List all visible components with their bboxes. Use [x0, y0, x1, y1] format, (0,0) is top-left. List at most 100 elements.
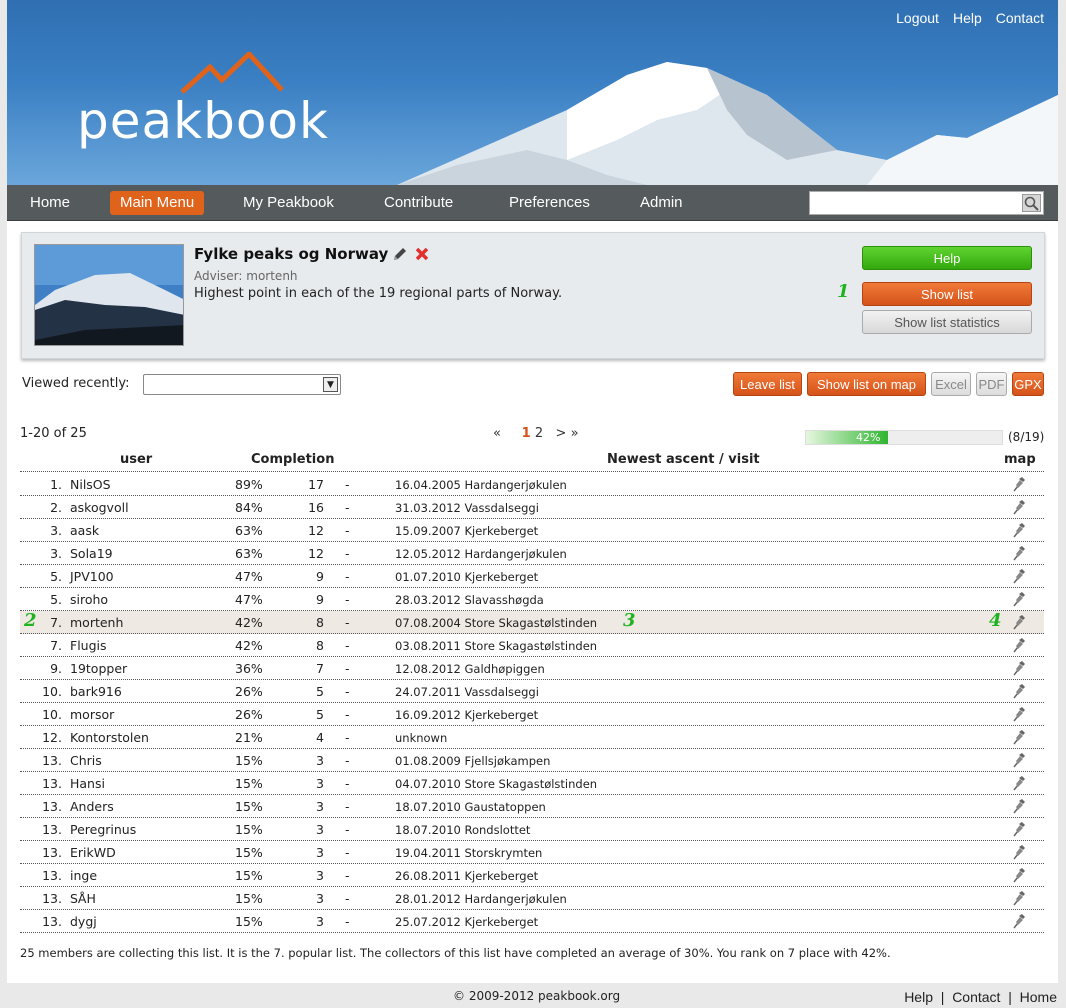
map-pin-icon[interactable]	[1010, 499, 1026, 518]
newest-ascent[interactable]: 03.08.2011 Store Skagastølstinden	[395, 639, 597, 653]
excel-button[interactable]: Excel	[931, 372, 971, 396]
nav-home[interactable]: Home	[20, 191, 80, 215]
map-pin-icon[interactable]	[1010, 706, 1026, 725]
map-pin-icon[interactable]	[1010, 660, 1026, 679]
viewed-recently-select[interactable]: ▼	[143, 374, 341, 395]
map-pin-icon[interactable]	[1010, 591, 1026, 610]
user-link[interactable]: inge	[70, 868, 97, 883]
help-button[interactable]: Help	[862, 246, 1032, 270]
map-pin-icon[interactable]	[1010, 637, 1026, 656]
newest-ascent[interactable]: 24.07.2011 Vassdalseggi	[395, 685, 539, 699]
map-pin-icon[interactable]	[1010, 683, 1026, 702]
list-thumbnail[interactable]	[34, 244, 184, 346]
map-pin-icon[interactable]	[1010, 568, 1026, 587]
newest-ascent[interactable]: 25.07.2012 Kjerkeberget	[395, 915, 538, 929]
map-pin-icon[interactable]	[1010, 844, 1026, 863]
nav-my-peakbook[interactable]: My Peakbook	[233, 191, 344, 215]
table-row[interactable]: 1. NilsOS 89% 17 - 16.04.2005 Hardangerjøkule…	[20, 473, 1044, 496]
user-link[interactable]: ErikWD	[70, 845, 116, 860]
newest-ascent[interactable]: 01.08.2009 Fjellsjøkampen	[395, 754, 550, 768]
leave-list-button[interactable]: Leave list	[733, 372, 802, 396]
table-row[interactable]: 13. ErikWD 15% 3 - 19.04.2011 Storskrymten	[20, 841, 1044, 864]
user-link[interactable]: dygj	[70, 914, 97, 929]
last-page-link[interactable]: »	[571, 426, 579, 441]
nav-main-menu[interactable]: Main Menu	[110, 191, 205, 215]
page-2-link[interactable]: 2	[535, 426, 543, 441]
show-list-statistics-button[interactable]: Show list statistics	[862, 310, 1032, 334]
first-page-link[interactable]: «	[493, 426, 501, 441]
nav-contribute[interactable]: Contribute	[374, 191, 463, 215]
user-link[interactable]: Flugis	[70, 638, 107, 653]
newest-ascent[interactable]: 18.07.2010 Gaustatoppen	[395, 800, 546, 814]
gpx-button[interactable]: GPX	[1012, 372, 1044, 396]
delete-icon[interactable]	[414, 246, 430, 266]
map-pin-icon[interactable]	[1010, 729, 1026, 748]
map-pin-icon[interactable]	[1010, 913, 1026, 932]
table-row[interactable]: 12. Kontorstolen 21% 4 - unknown	[20, 726, 1044, 749]
footer-help-link[interactable]: Help	[904, 989, 933, 1005]
map-pin-icon[interactable]	[1010, 890, 1026, 909]
table-row[interactable]: 7. mortenh 42% 8-07.08.2004 Store Skagastøl…	[20, 611, 1044, 634]
show-list-button[interactable]: Show list	[862, 282, 1032, 306]
table-row[interactable]: 13. SÅH 15% 3 - 28.01.2012 Hardangerjøkulen	[20, 887, 1044, 910]
next-page-link[interactable]: >	[556, 426, 567, 441]
map-pin-icon[interactable]	[1010, 821, 1026, 840]
user-link[interactable]: Sola19	[70, 546, 113, 561]
newest-ascent[interactable]: 12.05.2012 Hardangerjøkulen	[395, 547, 567, 561]
user-link[interactable]: bark916	[70, 684, 122, 699]
newest-ascent[interactable]: 19.04.2011 Storskrymten	[395, 846, 542, 860]
table-row[interactable]: 3. aask 63% 12 - 15.09.2007 Kjerkeberget	[20, 519, 1044, 542]
footer-contact-link[interactable]: Contact	[952, 989, 1000, 1005]
newest-ascent[interactable]: 15.09.2007 Kjerkeberget	[395, 524, 538, 538]
map-pin-icon[interactable]	[1010, 867, 1026, 886]
newest-ascent[interactable]: 07.08.2004 Store Skagastølstinden	[395, 616, 597, 630]
table-row[interactable]: 13. Anders 15% 3 - 18.07.2010 Gaustatoppen	[20, 795, 1044, 818]
column-newest-ascent[interactable]: Newest ascent / visit	[607, 452, 760, 467]
contact-link[interactable]: Contact	[996, 10, 1044, 26]
footer-home-link[interactable]: Home	[1020, 989, 1057, 1005]
newest-ascent[interactable]: 16.09.2012 Kjerkeberget	[395, 708, 538, 722]
show-list-on-map-button[interactable]: Show list on map	[807, 372, 926, 396]
map-pin-icon[interactable]	[1010, 752, 1026, 771]
table-row[interactable]: 9. 19topper 36% 7 - 12.08.2012 Galdhøpiggen	[20, 657, 1044, 680]
newest-ascent[interactable]: 28.01.2012 Hardangerjøkulen	[395, 892, 567, 906]
user-link[interactable]: askogvoll	[70, 500, 129, 515]
pdf-button[interactable]: PDF	[976, 372, 1007, 396]
table-row[interactable]: 13. Hansi 15% 3 - 04.07.2010 Store Skagastøls…	[20, 772, 1044, 795]
newest-ascent[interactable]: 16.04.2005 Hardangerjøkulen	[395, 478, 567, 492]
map-pin-icon[interactable]	[1010, 522, 1026, 541]
user-link[interactable]: siroho	[70, 592, 108, 607]
newest-ascent[interactable]: unknown	[395, 731, 447, 745]
table-row[interactable]: 10. bark916 26% 5 - 24.07.2011 Vassdalseggi	[20, 680, 1044, 703]
user-link[interactable]: Anders	[70, 799, 114, 814]
table-row[interactable]: 13. inge 15% 3 - 26.08.2011 Kjerkeberget	[20, 864, 1044, 887]
user-link[interactable]: Kontorstolen	[70, 730, 149, 745]
column-completion[interactable]: Completion	[251, 452, 334, 467]
newest-ascent[interactable]: 04.07.2010 Store Skagastølstinden	[395, 777, 597, 791]
user-link[interactable]: mortenh	[70, 615, 123, 630]
map-pin-icon[interactable]	[1010, 545, 1026, 564]
table-row[interactable]: 10. morsor 26% 5 - 16.09.2012 Kjerkeberget	[20, 703, 1044, 726]
newest-ascent[interactable]: 12.08.2012 Galdhøpiggen	[395, 662, 545, 676]
search-input[interactable]	[809, 191, 1044, 215]
nav-admin[interactable]: Admin	[630, 191, 693, 215]
map-pin-icon[interactable]	[1010, 798, 1026, 817]
user-link[interactable]: aask	[70, 523, 99, 538]
pencil-icon[interactable]	[392, 246, 408, 266]
map-pin-icon[interactable]	[1010, 614, 1026, 633]
user-link[interactable]: morsor	[70, 707, 114, 722]
newest-ascent[interactable]: 18.07.2010 Rondslottet	[395, 823, 530, 837]
map-pin-icon[interactable]	[1010, 775, 1026, 794]
table-row[interactable]: 13. Peregrinus 15% 3 - 18.07.2010 Rondslottet	[20, 818, 1044, 841]
user-link[interactable]: Hansi	[70, 776, 105, 791]
newest-ascent[interactable]: 01.07.2010 Kjerkeberget	[395, 570, 538, 584]
table-row[interactable]: 7. Flugis 42% 8 - 03.08.2011 Store Skagastøls…	[20, 634, 1044, 657]
column-user[interactable]: user	[120, 452, 152, 467]
table-row[interactable]: 13. Chris 15% 3 - 01.08.2009 Fjellsjøkampen	[20, 749, 1044, 772]
newest-ascent[interactable]: 28.03.2012 Slavasshøgda	[395, 593, 544, 607]
user-link[interactable]: JPV100	[70, 569, 114, 584]
chevron-down-icon[interactable]: ▼	[323, 377, 338, 392]
table-row[interactable]: 3. Sola19 63% 12 - 12.05.2012 Hardangerjøkule…	[20, 542, 1044, 565]
table-row[interactable]: 2. askogvoll 84% 16 - 31.03.2012 Vassdalseggi	[20, 496, 1044, 519]
newest-ascent[interactable]: 26.08.2011 Kjerkeberget	[395, 869, 538, 883]
